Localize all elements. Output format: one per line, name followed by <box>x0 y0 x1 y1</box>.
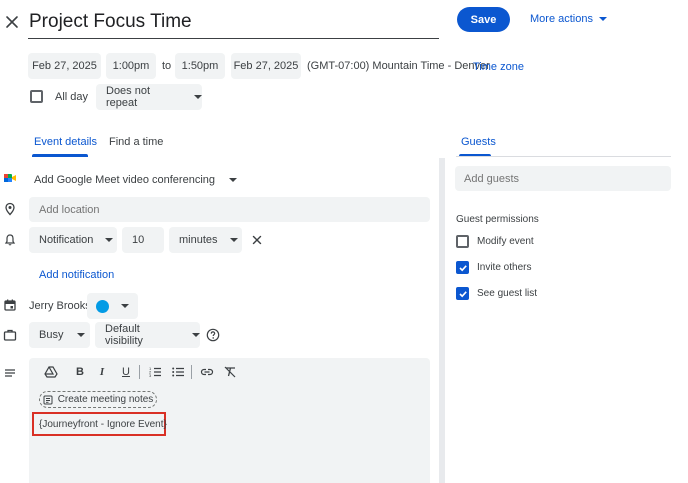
guest-permissions-title: Guest permissions <box>456 214 539 225</box>
repeat-label: Does not repeat <box>106 85 151 109</box>
chevron-down-icon <box>77 333 86 337</box>
permission-modify-event[interactable]: Modify event <box>456 235 534 248</box>
bold-icon: B <box>76 366 84 378</box>
briefcase-icon <box>3 328 17 342</box>
all-day-label: All day <box>55 90 89 103</box>
color-swatch <box>96 299 109 313</box>
save-button[interactable]: Save <box>457 7 510 32</box>
close-icon <box>252 235 262 245</box>
permission-label: See guest list <box>477 288 538 299</box>
permission-invite-others[interactable]: Invite others <box>456 261 531 274</box>
notification-unit-dropdown[interactable]: minutes <box>169 227 242 253</box>
visibility-label: Default visibility <box>105 323 143 347</box>
end-date-label: Feb 27, 2025 <box>233 60 299 72</box>
underline-button[interactable]: U <box>118 364 134 380</box>
description-text[interactable]: {Journeyfront - Ignore Event} <box>39 419 167 430</box>
insert-drive-button[interactable] <box>43 364 59 380</box>
end-time-picker[interactable]: 1:50pm <box>175 53 225 79</box>
close-button[interactable] <box>2 12 22 32</box>
drive-icon <box>44 366 58 378</box>
bulleted-list-icon <box>172 367 184 377</box>
chevron-down-icon <box>229 238 238 242</box>
repeat-dropdown[interactable]: Does not repeat <box>96 84 202 110</box>
chevron-down-icon <box>194 95 202 99</box>
to-label: to <box>162 60 172 72</box>
permission-label: Modify event <box>477 236 534 247</box>
notification-type-dropdown[interactable]: Notification <box>29 227 117 253</box>
checkbox-unchecked-icon <box>456 235 469 248</box>
notification-value: 10 <box>132 234 145 246</box>
remove-formatting-icon <box>224 366 236 378</box>
numbered-list-button[interactable]: 1 2 3 <box>147 364 163 380</box>
add-meet-dropdown[interactable]: Add Google Meet video conferencing <box>34 174 238 186</box>
start-date-label: Feb 27, 2025 <box>32 60 97 72</box>
location-input[interactable] <box>29 197 430 222</box>
notes-icon <box>43 395 53 404</box>
chevron-down-icon <box>192 333 200 337</box>
end-date-picker[interactable]: Feb 27, 2025 <box>231 53 301 79</box>
chevron-down-icon <box>598 17 607 21</box>
toolbar-divider <box>139 365 140 379</box>
start-date-picker[interactable]: Feb 27, 2025 <box>28 53 101 79</box>
visibility-dropdown[interactable]: Default visibility <box>95 322 200 348</box>
italic-icon: I <box>99 366 105 378</box>
permission-see-guest-list[interactable]: See guest list <box>456 287 537 300</box>
link-icon <box>200 368 214 376</box>
chevron-down-icon <box>229 178 238 182</box>
start-time-picker[interactable]: 1:00pm <box>106 53 156 79</box>
details-scrollbar[interactable] <box>439 158 445 483</box>
help-button[interactable] <box>206 328 220 342</box>
availability-dropdown[interactable]: Busy <box>29 322 90 348</box>
event-title-input[interactable] <box>28 6 439 39</box>
add-guests-input[interactable] <box>455 166 671 191</box>
description-icon <box>3 366 17 380</box>
start-time-label: 1:00pm <box>112 60 150 72</box>
chevron-down-icon <box>121 304 129 308</box>
bell-icon <box>3 233 17 247</box>
timezone-link[interactable]: Time zone <box>473 61 524 73</box>
all-day-checkbox[interactable]: All day <box>30 90 88 103</box>
create-meeting-notes-label: Create meeting notes <box>57 394 154 405</box>
toolbar-divider <box>191 365 192 379</box>
more-actions-button[interactable]: More actions <box>530 12 607 26</box>
notification-value-input[interactable]: 10 <box>122 227 164 253</box>
notification-type-label: Notification <box>39 234 94 246</box>
notification-unit-label: minutes <box>179 234 218 246</box>
add-meet-label: Add Google Meet video conferencing <box>34 174 216 186</box>
checkbox-checked-icon <box>456 287 469 300</box>
calendar-icon <box>3 298 17 312</box>
timezone-text: (GMT-07:00) Mountain Time - Denver <box>307 60 490 72</box>
location-pin-icon <box>3 202 17 216</box>
checkbox-checked-icon <box>456 261 469 274</box>
numbered-list-icon: 1 2 3 <box>149 366 161 378</box>
guests-divider <box>456 156 671 157</box>
owner-name: Jerry Brooks <box>29 300 91 312</box>
remove-notification-button[interactable] <box>251 234 263 246</box>
active-tab-indicator <box>32 154 88 157</box>
insert-link-button[interactable] <box>199 364 215 380</box>
help-icon <box>206 328 220 342</box>
more-actions-label: More actions <box>530 13 593 25</box>
underline-icon: U <box>122 366 130 378</box>
chevron-down-icon <box>105 238 114 242</box>
checkbox-unchecked-icon <box>30 90 43 103</box>
tab-guests[interactable]: Guests <box>461 136 496 148</box>
tab-event-details[interactable]: Event details <box>34 136 97 148</box>
remove-formatting-button[interactable] <box>222 364 238 380</box>
svg-text:3: 3 <box>149 373 152 378</box>
permission-label: Invite others <box>477 262 532 273</box>
google-meet-icon <box>3 171 17 185</box>
close-icon <box>6 16 18 28</box>
create-meeting-notes-button[interactable]: Create meeting notes <box>39 391 157 408</box>
tab-find-a-time[interactable]: Find a time <box>109 136 163 148</box>
add-notification-link[interactable]: Add notification <box>39 269 114 281</box>
end-time-label: 1:50pm <box>181 60 219 72</box>
bulleted-list-button[interactable] <box>170 364 186 380</box>
italic-button[interactable]: I <box>94 364 110 380</box>
bold-button[interactable]: B <box>72 364 88 380</box>
event-color-dropdown[interactable] <box>87 293 138 319</box>
availability-label: Busy <box>39 329 64 341</box>
